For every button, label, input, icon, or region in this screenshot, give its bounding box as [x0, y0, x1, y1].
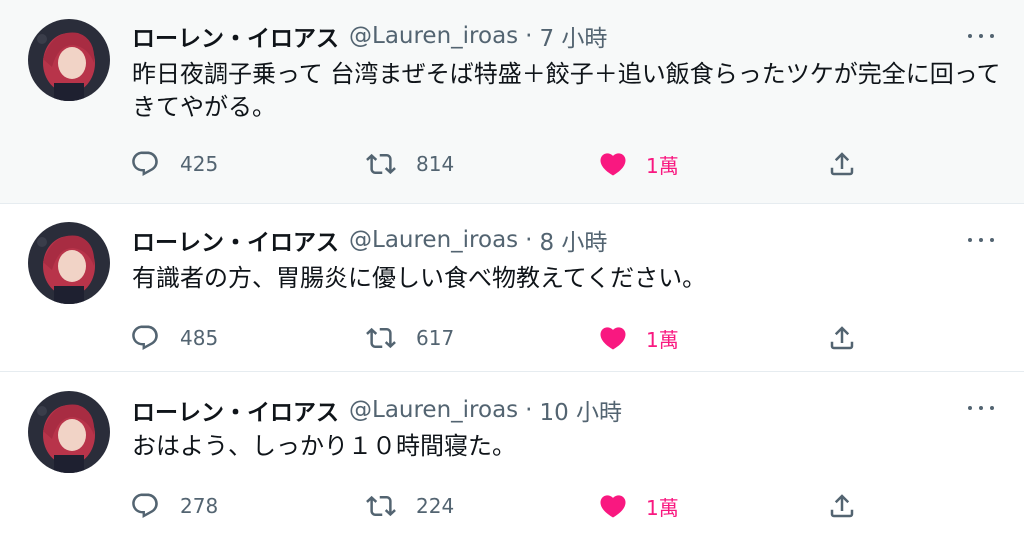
- timeline: ローレン・イロアス @Lauren_iroas · 7 小時 昨日夜調子乗って …: [0, 0, 1024, 545]
- reply-count: 485: [180, 326, 219, 350]
- action-bar: 278 224 1萬: [130, 488, 870, 524]
- share-icon: [830, 152, 854, 176]
- like-button[interactable]: 1萬: [598, 488, 679, 524]
- reply-count: 425: [180, 152, 219, 176]
- tweet[interactable]: ローレン・イロアス @Lauren_iroas · 8 小時 有識者の方、胃腸炎…: [0, 204, 1024, 372]
- display-name[interactable]: ローレン・イロアス: [132, 19, 339, 53]
- action-bar: 425 814 1萬: [130, 146, 870, 182]
- retweet-icon: [366, 495, 396, 517]
- more-icon[interactable]: [968, 398, 994, 418]
- tweet-header: ローレン・イロアス @Lauren_iroas · 8 小時: [132, 224, 607, 256]
- more-icon[interactable]: [968, 230, 994, 250]
- heart-icon: [600, 153, 626, 176]
- share-icon: [830, 494, 854, 518]
- like-count: 1萬: [646, 153, 679, 178]
- display-name[interactable]: ローレン・イロアス: [132, 223, 339, 257]
- like-count: 1萬: [646, 495, 679, 520]
- avatar[interactable]: [28, 222, 110, 304]
- avatar[interactable]: [28, 391, 110, 473]
- share-button[interactable]: [827, 320, 857, 356]
- retweet-count: 814: [416, 152, 455, 176]
- like-button[interactable]: 1萬: [598, 320, 679, 356]
- avatar[interactable]: [28, 19, 110, 101]
- reply-count: 278: [180, 494, 219, 518]
- reply-button[interactable]: 278: [130, 488, 218, 524]
- reply-icon: [132, 325, 158, 350]
- display-name[interactable]: ローレン・イロアス: [132, 393, 339, 427]
- retweet-count: 224: [416, 494, 455, 518]
- tweet[interactable]: ローレン・イロアス @Lauren_iroas · 7 小時 昨日夜調子乗って …: [0, 0, 1024, 204]
- share-button[interactable]: [827, 146, 857, 182]
- heart-icon: [600, 495, 626, 518]
- reply-icon: [132, 151, 158, 176]
- reply-icon: [132, 493, 158, 518]
- tweet[interactable]: ローレン・イロアス @Lauren_iroas · 10 小時 おはよう、しっか…: [0, 372, 1024, 545]
- like-button[interactable]: 1萬: [598, 146, 679, 182]
- retweet-button[interactable]: 617: [366, 320, 454, 356]
- reply-button[interactable]: 485: [130, 320, 218, 356]
- tweet-text: 昨日夜調子乗って 台湾まぜそば特盛＋餃子＋追い飯食らったツケが完全に回ってきてや…: [132, 60, 1001, 121]
- retweet-icon: [366, 327, 396, 349]
- tweet-header: ローレン・イロアス @Lauren_iroas · 7 小時: [132, 20, 607, 52]
- action-bar: 485 617 1萬: [130, 320, 870, 356]
- separator-dot: ·: [525, 397, 533, 423]
- timestamp[interactable]: 8 小時: [539, 223, 607, 257]
- like-count: 1萬: [646, 327, 679, 352]
- retweet-icon: [366, 153, 396, 175]
- share-icon: [830, 326, 854, 350]
- more-icon[interactable]: [968, 26, 994, 46]
- user-handle[interactable]: @Lauren_iroas: [349, 23, 518, 49]
- timestamp[interactable]: 10 小時: [539, 393, 622, 427]
- separator-dot: ·: [525, 227, 533, 253]
- retweet-button[interactable]: 814: [366, 146, 454, 182]
- reply-button[interactable]: 425: [130, 146, 218, 182]
- user-handle[interactable]: @Lauren_iroas: [349, 397, 518, 423]
- share-button[interactable]: [827, 488, 857, 524]
- separator-dot: ·: [525, 23, 533, 49]
- retweet-button[interactable]: 224: [366, 488, 454, 524]
- user-handle[interactable]: @Lauren_iroas: [349, 227, 518, 253]
- tweet-text: 有識者の方、胃腸炎に優しい食べ物教えてください。: [132, 264, 707, 292]
- timestamp[interactable]: 7 小時: [539, 19, 607, 53]
- heart-icon: [600, 327, 626, 350]
- tweet-text: おはよう、しっかり１０時間寝た。: [132, 432, 516, 460]
- tweet-header: ローレン・イロアス @Lauren_iroas · 10 小時: [132, 394, 622, 426]
- retweet-count: 617: [416, 326, 455, 350]
